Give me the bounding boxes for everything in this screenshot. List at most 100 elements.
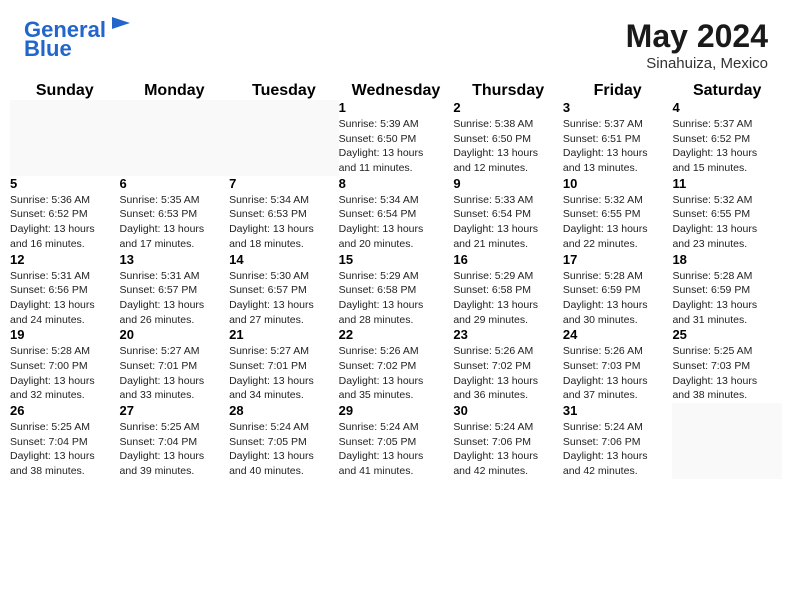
logo: General Blue [24, 18, 134, 62]
day-info: Sunrise: 5:33 AM Sunset: 6:54 PM Dayligh… [453, 193, 563, 252]
calendar-cell: 28 Sunrise: 5:24 AM Sunset: 7:05 PM Dayli… [229, 403, 339, 479]
day-info: Sunrise: 5:28 AM Sunset: 6:59 PM Dayligh… [672, 269, 782, 328]
day-info: Sunrise: 5:29 AM Sunset: 6:58 PM Dayligh… [339, 269, 454, 328]
day-info: Sunrise: 5:35 AM Sunset: 6:53 PM Dayligh… [120, 193, 230, 252]
day-number: 14 [229, 252, 339, 267]
calendar-cell: 30 Sunrise: 5:24 AM Sunset: 7:06 PM Dayli… [453, 403, 563, 479]
calendar-wrapper: Sunday Monday Tuesday Wednesday Thursday… [0, 82, 792, 489]
day-number: 10 [563, 176, 673, 191]
calendar-cell: 19 Sunrise: 5:28 AM Sunset: 7:00 PM Dayli… [10, 327, 120, 403]
calendar-cell: 22 Sunrise: 5:26 AM Sunset: 7:02 PM Dayli… [339, 327, 454, 403]
day-info: Sunrise: 5:28 AM Sunset: 6:59 PM Dayligh… [563, 269, 673, 328]
day-number: 28 [229, 403, 339, 418]
day-number: 18 [672, 252, 782, 267]
day-info: Sunrise: 5:34 AM Sunset: 6:54 PM Dayligh… [339, 193, 454, 252]
day-number: 31 [563, 403, 673, 418]
day-number: 30 [453, 403, 563, 418]
calendar-cell [10, 100, 120, 176]
col-wednesday: Wednesday [339, 82, 454, 100]
day-info: Sunrise: 5:26 AM Sunset: 7:03 PM Dayligh… [563, 344, 673, 403]
day-info: Sunrise: 5:32 AM Sunset: 6:55 PM Dayligh… [563, 193, 673, 252]
calendar-cell: 20Sunrise: 5:27 AM Sunset: 7:01 PM Dayli… [120, 327, 230, 403]
day-number: 8 [339, 176, 454, 191]
day-number: 22 [339, 327, 454, 342]
calendar-cell: 7 Sunrise: 5:34 AM Sunset: 6:53 PM Daylig… [229, 176, 339, 252]
day-number: 29 [339, 403, 454, 418]
title-block: May 2024 Sinahuiza, Mexico [626, 18, 768, 72]
calendar-cell [672, 403, 782, 479]
calendar-cell: 26 Sunrise: 5:25 AM Sunset: 7:04 PM Dayli… [10, 403, 120, 479]
day-number: 19 [10, 327, 120, 342]
calendar-cell: 4 Sunrise: 5:37 AM Sunset: 6:52 PM Daylig… [672, 100, 782, 176]
day-number: 13 [120, 252, 230, 267]
day-info: Sunrise: 5:36 AM Sunset: 6:52 PM Dayligh… [10, 193, 120, 252]
day-info: Sunrise: 5:32 AM Sunset: 6:55 PM Dayligh… [672, 193, 782, 252]
calendar-cell: 8 Sunrise: 5:34 AM Sunset: 6:54 PM Daylig… [339, 176, 454, 252]
day-number: 26 [10, 403, 120, 418]
day-info: Sunrise: 5:27 AM Sunset: 7:01 PM Dayligh… [120, 344, 230, 403]
day-info: Sunrise: 5:38 AM Sunset: 6:50 PM Dayligh… [453, 117, 563, 176]
col-thursday: Thursday [453, 82, 563, 100]
calendar-cell: 3Sunrise: 5:37 AM Sunset: 6:51 PM Daylig… [563, 100, 673, 176]
day-info: Sunrise: 5:25 AM Sunset: 7:03 PM Dayligh… [672, 344, 782, 403]
day-info: Sunrise: 5:28 AM Sunset: 7:00 PM Dayligh… [10, 344, 120, 403]
day-info: Sunrise: 5:34 AM Sunset: 6:53 PM Dayligh… [229, 193, 339, 252]
calendar-cell: 31 Sunrise: 5:24 AM Sunset: 7:06 PM Dayli… [563, 403, 673, 479]
day-number: 11 [672, 176, 782, 191]
calendar-cell: 11 Sunrise: 5:32 AM Sunset: 6:55 PM Dayli… [672, 176, 782, 252]
day-number: 12 [10, 252, 120, 267]
day-number: 23 [453, 327, 563, 342]
day-info: Sunrise: 5:24 AM Sunset: 7:06 PM Dayligh… [563, 420, 673, 479]
day-number: 6 [120, 176, 230, 191]
day-number: 5 [10, 176, 120, 191]
calendar-cell: 12 Sunrise: 5:31 AM Sunset: 6:56 PM Dayli… [10, 252, 120, 328]
day-info: Sunrise: 5:27 AM Sunset: 7:01 PM Dayligh… [229, 344, 339, 403]
day-info: Sunrise: 5:24 AM Sunset: 7:05 PM Dayligh… [339, 420, 454, 479]
calendar-body: 1Sunrise: 5:39 AM Sunset: 6:50 PM Daylig… [10, 100, 782, 479]
day-number: 24 [563, 327, 673, 342]
calendar-cell: 10 Sunrise: 5:32 AM Sunset: 6:55 PM Dayli… [563, 176, 673, 252]
day-info: Sunrise: 5:25 AM Sunset: 7:04 PM Dayligh… [120, 420, 230, 479]
day-number: 4 [672, 100, 782, 115]
day-number: 7 [229, 176, 339, 191]
day-number: 17 [563, 252, 673, 267]
day-number: 21 [229, 327, 339, 342]
day-info: Sunrise: 5:24 AM Sunset: 7:06 PM Dayligh… [453, 420, 563, 479]
calendar-cell: 9 Sunrise: 5:33 AM Sunset: 6:54 PM Daylig… [453, 176, 563, 252]
calendar-cell: 1Sunrise: 5:39 AM Sunset: 6:50 PM Daylig… [339, 100, 454, 176]
col-sunday: Sunday [10, 82, 120, 100]
day-number: 27 [120, 403, 230, 418]
month-year: May 2024 [626, 18, 768, 55]
day-info: Sunrise: 5:26 AM Sunset: 7:02 PM Dayligh… [339, 344, 454, 403]
location: Sinahuiza, Mexico [626, 55, 768, 72]
day-info: Sunrise: 5:25 AM Sunset: 7:04 PM Dayligh… [10, 420, 120, 479]
calendar-cell: 15Sunrise: 5:29 AM Sunset: 6:58 PM Dayli… [339, 252, 454, 328]
day-info: Sunrise: 5:31 AM Sunset: 6:56 PM Dayligh… [10, 269, 120, 328]
day-info: Sunrise: 5:37 AM Sunset: 6:52 PM Dayligh… [672, 117, 782, 176]
col-friday: Friday [563, 82, 673, 100]
day-info: Sunrise: 5:31 AM Sunset: 6:57 PM Dayligh… [120, 269, 230, 328]
calendar-cell: 21 Sunrise: 5:27 AM Sunset: 7:01 PM Dayli… [229, 327, 339, 403]
calendar-cell: 27 Sunrise: 5:25 AM Sunset: 7:04 PM Dayli… [120, 403, 230, 479]
day-number: 16 [453, 252, 563, 267]
day-info: Sunrise: 5:26 AM Sunset: 7:02 PM Dayligh… [453, 344, 563, 403]
col-monday: Monday [120, 82, 230, 100]
day-number: 3 [563, 100, 673, 115]
calendar-table: Sunday Monday Tuesday Wednesday Thursday… [10, 82, 782, 479]
calendar-cell [120, 100, 230, 176]
day-number: 2 [453, 100, 563, 115]
header: General Blue May 2024 Sinahuiza, Mexico [0, 0, 792, 82]
logo-flag-icon [108, 13, 134, 39]
calendar-cell: 18 Sunrise: 5:28 AM Sunset: 6:59 PM Dayli… [672, 252, 782, 328]
calendar-cell: 6 Sunrise: 5:35 AM Sunset: 6:53 PM Daylig… [120, 176, 230, 252]
calendar-header: Sunday Monday Tuesday Wednesday Thursday… [10, 82, 782, 100]
day-number: 9 [453, 176, 563, 191]
calendar-cell: 16 Sunrise: 5:29 AM Sunset: 6:58 PM Dayli… [453, 252, 563, 328]
col-tuesday: Tuesday [229, 82, 339, 100]
day-number: 25 [672, 327, 782, 342]
day-info: Sunrise: 5:30 AM Sunset: 6:57 PM Dayligh… [229, 269, 339, 328]
calendar-cell: 2 Sunrise: 5:38 AM Sunset: 6:50 PM Daylig… [453, 100, 563, 176]
day-info: Sunrise: 5:29 AM Sunset: 6:58 PM Dayligh… [453, 269, 563, 328]
day-info: Sunrise: 5:24 AM Sunset: 7:05 PM Dayligh… [229, 420, 339, 479]
calendar-cell: 14 Sunrise: 5:30 AM Sunset: 6:57 PM Dayli… [229, 252, 339, 328]
